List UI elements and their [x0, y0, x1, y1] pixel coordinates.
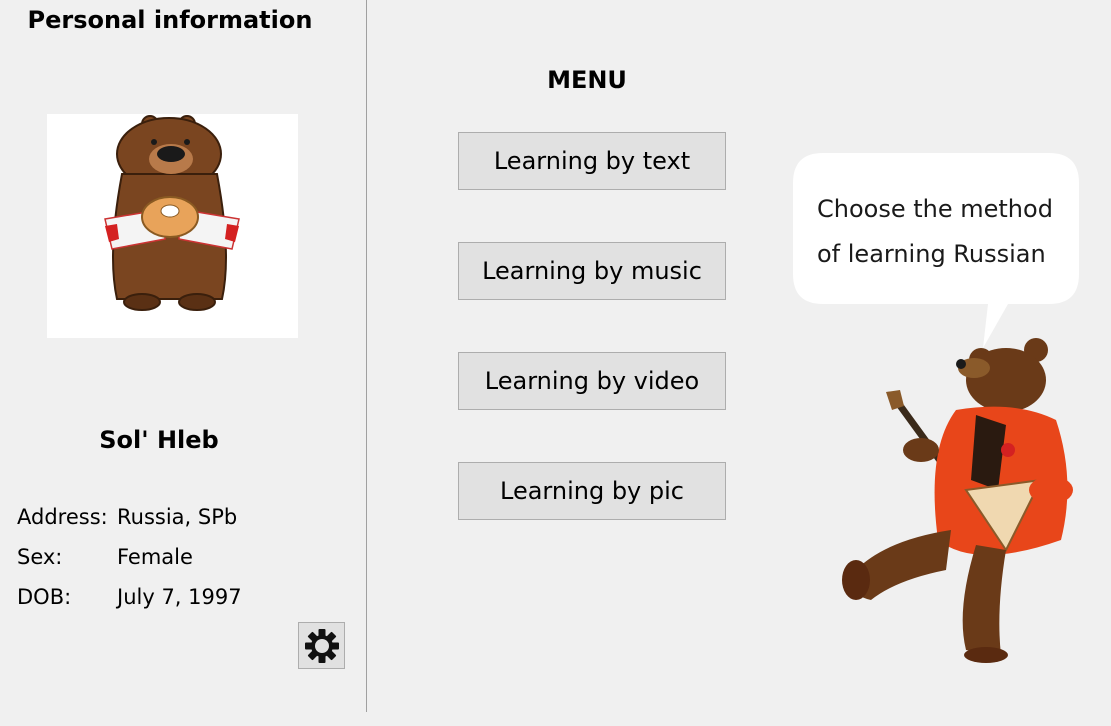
panel-title: Personal information — [27, 6, 313, 34]
sex-label: Sex: — [17, 545, 63, 569]
panel-divider — [366, 0, 367, 712]
settings-button[interactable] — [298, 622, 345, 669]
dob-value: July 7, 1997 — [117, 585, 242, 609]
balalaika-bear-image — [826, 330, 1086, 665]
avatar — [47, 114, 298, 338]
dancing-bear-icon — [842, 338, 1073, 663]
assistant-message: Choose the method of learning Russian — [817, 195, 1053, 268]
sex-row: Sex: Female — [17, 545, 193, 569]
learning-by-pic-button[interactable]: Learning by pic — [458, 462, 726, 520]
sex-value: Female — [117, 545, 193, 569]
speech-bubble: Choose the method of learning Russian — [793, 153, 1079, 348]
user-name: Sol' Hleb — [99, 426, 219, 454]
address-value: Russia, SPb — [117, 505, 238, 529]
menu-title: MENU — [547, 66, 627, 94]
learning-by-music-button[interactable]: Learning by music — [458, 242, 726, 300]
personal-info-panel: Personal information Sol' Hleb Address: … — [0, 0, 366, 726]
learning-by-video-button[interactable]: Learning by video — [458, 352, 726, 410]
bear-with-bread-image — [47, 114, 298, 338]
dob-label: DOB: — [17, 585, 72, 609]
learning-by-text-button[interactable]: Learning by text — [458, 132, 726, 190]
address-row: Address: Russia, SPb — [17, 505, 237, 529]
dob-row: DOB: July 7, 1997 — [17, 585, 242, 609]
address-label: Address: — [17, 505, 108, 529]
gear-icon — [304, 628, 339, 663]
